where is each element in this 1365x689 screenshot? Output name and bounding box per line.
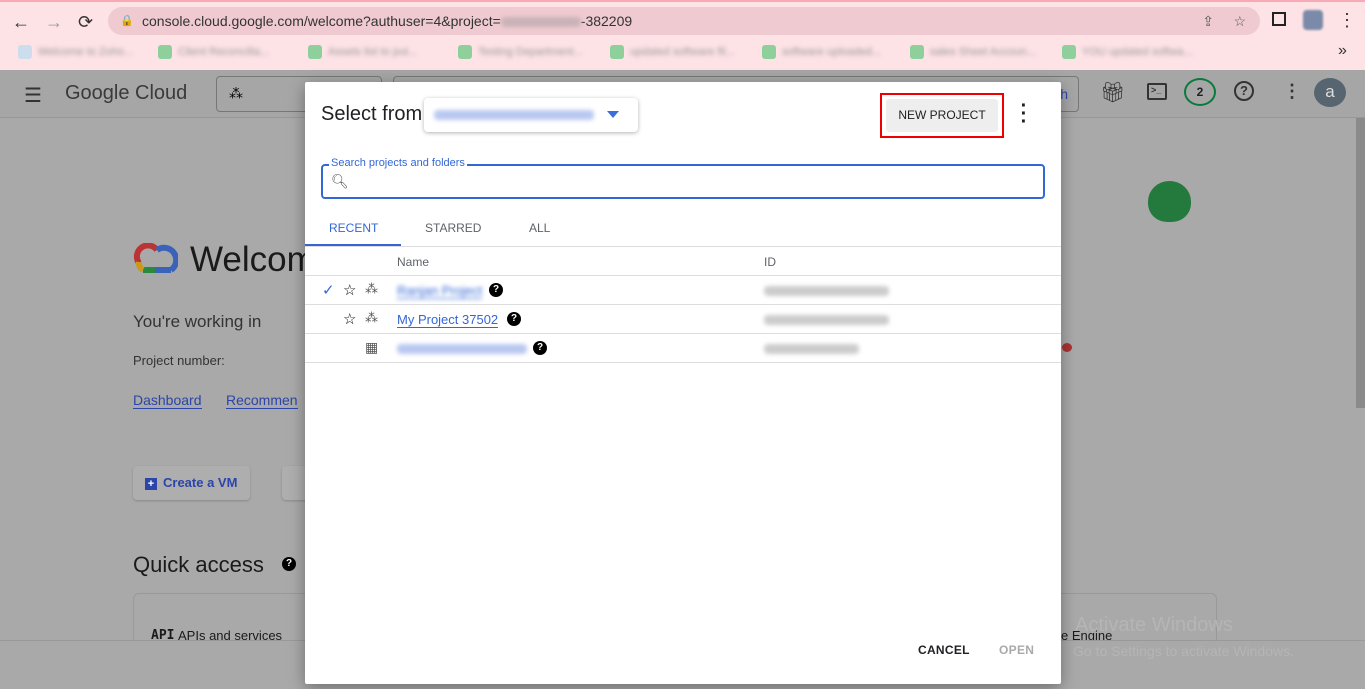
plus-icon: +: [145, 478, 157, 490]
project-number-label: Project number:: [133, 353, 225, 368]
more-options-icon[interactable]: · · ·: [1018, 96, 1030, 132]
windows-watermark: Activate Windows: [1075, 614, 1233, 636]
tab-starred[interactable]: STARRED: [425, 221, 481, 235]
lock-icon: 🔒: [120, 15, 134, 27]
help-icon[interactable]: ?: [1234, 81, 1254, 101]
welcome-heading: Welcom: [190, 240, 316, 279]
table-row[interactable]: ✓ ☆ ⁂ Ranjan Project ?: [305, 276, 1061, 305]
tab-recent[interactable]: RECENT: [329, 221, 378, 235]
create-vm-button[interactable]: + Create a VM: [133, 466, 250, 500]
project-icon: ⁂: [365, 310, 378, 325]
avatar[interactable]: a: [1314, 78, 1346, 107]
help-icon[interactable]: ?: [489, 283, 503, 297]
help-icon[interactable]: ?: [507, 312, 521, 326]
bookmark[interactable]: software uploaded...: [762, 45, 881, 59]
project-icon: ⁂: [365, 281, 378, 296]
search-icon: 🔍︎: [331, 173, 349, 189]
new-project-button[interactable]: NEW PROJECT: [886, 99, 998, 132]
active-tab-indicator: [305, 244, 401, 246]
table-row[interactable]: ▦ ?: [305, 334, 1061, 363]
side-panel-icon[interactable]: [1272, 12, 1286, 26]
browser-menu-icon[interactable]: ⋮: [1338, 10, 1356, 31]
bookmarks-overflow[interactable]: »: [1338, 42, 1347, 60]
table-row[interactable]: ☆ ⁂ My Project 37502 ?: [305, 305, 1061, 334]
reload-button[interactable]: ⟳: [78, 12, 93, 33]
gift-icon[interactable]: 🎁︎: [1100, 80, 1125, 105]
browser-chrome: ← → ⟳ 🔒 console.cloud.google.com/welcome…: [0, 0, 1365, 70]
google-cloud-logo[interactable]: Google Cloud: [65, 82, 187, 105]
star-icon[interactable]: ☆: [343, 281, 356, 299]
decorative-dot: [1062, 343, 1072, 352]
back-button[interactable]: ←: [12, 12, 30, 33]
url-redacted: [500, 17, 581, 28]
highlight-box: NEW PROJECT: [880, 93, 1004, 138]
search-projects-input[interactable]: Search projects and folders 🔍︎: [321, 157, 1045, 199]
quick-access-heading: Quick access: [133, 552, 264, 577]
check-icon: ✓: [322, 282, 335, 299]
address-bar[interactable]: 🔒 console.cloud.google.com/welcome?authu…: [108, 7, 1260, 35]
star-icon[interactable]: ☆: [343, 310, 356, 328]
bookmark[interactable]: Welcome to Zoho...: [18, 45, 133, 59]
project-id-redacted: [764, 286, 889, 296]
bookmark[interactable]: Client Reconcilia...: [158, 45, 269, 59]
tab-bar: RECENT STARRED ALL: [305, 212, 1061, 247]
dropdown-arrow-icon: [607, 111, 619, 118]
cloud-shell-icon[interactable]: >_: [1147, 83, 1167, 100]
star-icon[interactable]: ☆: [1233, 7, 1246, 35]
search-button[interactable]: h: [1060, 86, 1068, 102]
project-name-link[interactable]: Ranjan Project: [397, 283, 483, 299]
share-icon[interactable]: ⇪: [1202, 7, 1214, 35]
bookmark[interactable]: sales Sheet Accoun...: [910, 45, 1036, 59]
column-id: ID: [764, 255, 776, 269]
open-button[interactable]: OPEN: [999, 643, 1034, 657]
cancel-button[interactable]: CANCEL: [918, 643, 970, 657]
bookmark[interactable]: updated software fil...: [610, 45, 735, 59]
project-icon: ⁂: [229, 85, 243, 101]
tab-all[interactable]: ALL: [529, 221, 550, 235]
decorative-shape: [1148, 181, 1191, 222]
dashboard-link[interactable]: Dashboard: [133, 392, 202, 409]
more-icon[interactable]: ⋮: [1283, 81, 1301, 102]
menu-icon[interactable]: ☰: [24, 83, 42, 108]
help-icon[interactable]: ?: [533, 341, 547, 355]
profile-icon[interactable]: [1303, 10, 1323, 30]
search-label: Search projects and folders: [329, 157, 467, 169]
windows-watermark-sub: Go to Settings to activate Windows.: [1073, 643, 1294, 659]
organization-name-redacted: [434, 110, 594, 120]
project-name-link[interactable]: My Project 37502: [397, 312, 499, 328]
table-header: Name ID: [305, 247, 1061, 276]
help-icon[interactable]: ?: [282, 557, 296, 571]
organization-icon: ▦: [365, 339, 379, 355]
bookmark[interactable]: Assets list to put...: [308, 45, 417, 59]
project-id-redacted: [764, 315, 889, 325]
recommendations-link[interactable]: Recommen: [226, 392, 298, 409]
bookmark[interactable]: Testing Department...: [458, 45, 583, 59]
bookmark[interactable]: YOU updated softwa...: [1062, 45, 1193, 59]
google-cloud-icon: [133, 243, 178, 273]
organization-select[interactable]: [424, 98, 638, 132]
column-name: Name: [397, 255, 430, 269]
organization-name-redacted[interactable]: [397, 344, 527, 354]
select-project-dialog: Select from NEW PROJECT · · · Search proje…: [305, 82, 1061, 684]
notifications-badge[interactable]: 2: [1184, 78, 1216, 106]
url-text: console.cloud.google.com/welcome?authuse…: [142, 13, 501, 29]
scrollbar[interactable]: [1356, 118, 1365, 408]
organization-id-redacted: [764, 344, 859, 354]
url-suffix: -382209: [580, 13, 633, 29]
dialog-title: Select from: [321, 103, 423, 125]
working-in-label: You're working in: [133, 312, 262, 331]
forward-button[interactable]: →: [45, 12, 63, 33]
